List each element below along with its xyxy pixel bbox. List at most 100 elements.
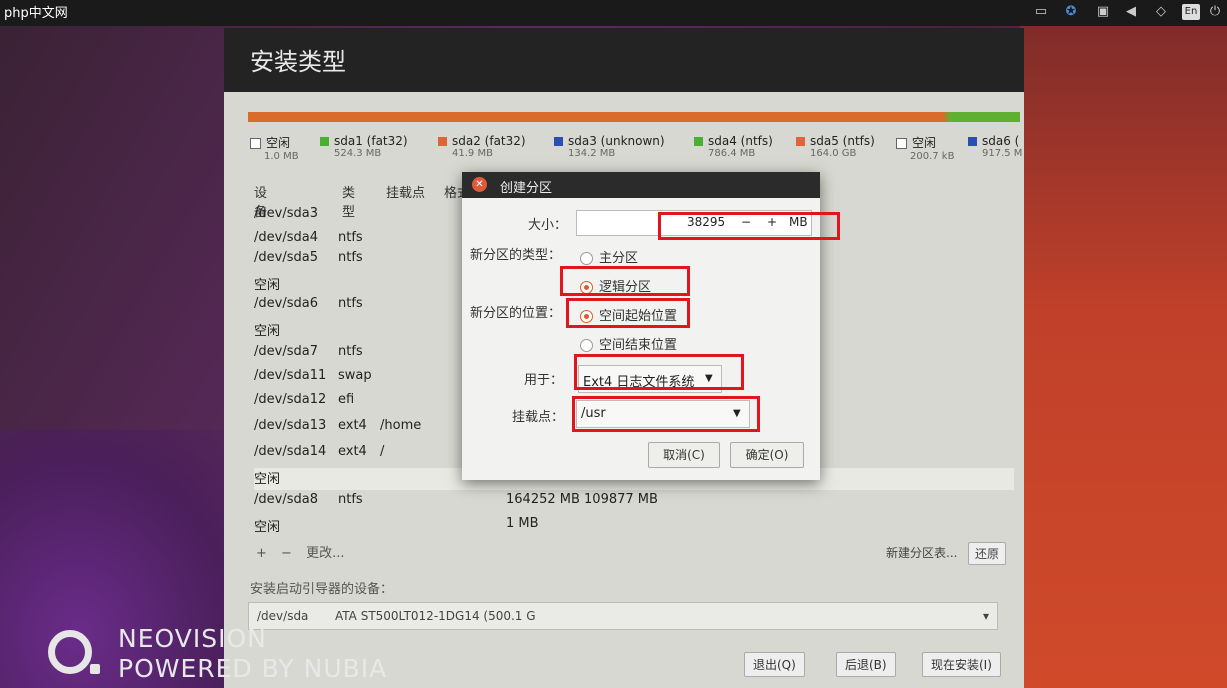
row-device: /dev/sda4: [254, 230, 318, 245]
row-device: 空闲: [254, 278, 281, 293]
site-watermark: php中文网: [4, 6, 68, 21]
legend-item: 空闲 200.7 kB: [896, 134, 954, 162]
row-device: /dev/sda5: [254, 250, 318, 265]
row-type: ntfs: [338, 344, 363, 359]
boot-device-select[interactable]: /dev/sda ATA ST500LT012-1DG14 (500.1 G ▾: [248, 602, 998, 630]
top-panel: php中文网 ▭ ✪ ▣ ◀ ◇ En ⏻: [0, 0, 1227, 26]
row-size: 1 MB: [506, 516, 539, 531]
add-partition-button[interactable]: +: [256, 546, 267, 561]
legend-label: 空闲: [266, 136, 291, 150]
desktop-wallpaper-right: [1020, 0, 1227, 688]
window-header: 安装类型: [224, 28, 1024, 92]
dialog-title: 创建分区: [500, 181, 553, 196]
install-now-button[interactable]: 现在安装(I): [922, 652, 1001, 677]
col-mount[interactable]: 挂载点: [386, 182, 446, 201]
legend-swatch: [796, 137, 805, 146]
legend-swatch: [320, 137, 329, 146]
partition-bar: [248, 112, 1020, 122]
legend-size: 41.9 MB: [452, 148, 493, 159]
boot-device: /dev/sda: [257, 609, 309, 623]
row-type: ntfs: [338, 296, 363, 311]
page-title: 安装类型: [250, 48, 346, 76]
row-type: ext4: [338, 444, 367, 459]
size-label: 大小：: [528, 218, 568, 233]
table-row[interactable]: 空闲 1 MB: [254, 516, 1014, 538]
radio-dot: [580, 252, 593, 265]
legend-label: sda4 (ntfs): [708, 134, 773, 148]
table-controls: + − 更改...: [256, 542, 345, 561]
legend-swatch: [968, 137, 977, 146]
row-size: 164252 MB 109877 MB: [506, 492, 658, 507]
close-icon[interactable]: ✕: [472, 177, 487, 192]
use-as-label: 用于：: [524, 373, 564, 388]
legend-size: 134.2 MB: [568, 148, 616, 159]
legend-swatch: [694, 137, 703, 146]
row-type: ntfs: [338, 492, 363, 507]
legend-item: sda6 (917.5 M: [968, 134, 1022, 159]
wifi-icon[interactable]: ◇: [1152, 4, 1170, 20]
row-device: /dev/sda12: [254, 392, 327, 407]
quit-button[interactable]: 退出(Q): [744, 652, 805, 677]
legend-size: 917.5 M: [982, 148, 1023, 159]
volume-icon[interactable]: ◀: [1122, 4, 1140, 20]
row-type: ntfs: [338, 230, 363, 245]
cancel-button[interactable]: 取消(C): [648, 442, 720, 468]
nubia-logo-icon: [48, 630, 92, 674]
ok-button[interactable]: 确定(O): [730, 442, 804, 468]
legend-item: 空闲 1.0 MB: [250, 134, 299, 162]
annotation-box-filesystem: [574, 354, 744, 390]
legend-swatch: [250, 138, 261, 149]
accessibility-icon[interactable]: ✪: [1062, 4, 1080, 20]
legend-label: sda5 (ntfs): [810, 134, 875, 148]
nubia-logo-dot: [90, 664, 100, 674]
row-device: 空闲: [254, 472, 281, 487]
language-indicator[interactable]: En: [1182, 4, 1200, 20]
radio-primary[interactable]: 主分区: [580, 247, 638, 266]
mount-point-label: 挂载点：: [512, 410, 565, 425]
legend-size: 786.4 MB: [708, 148, 756, 159]
legend-item: sda1 (fat32) 524.3 MB: [320, 134, 408, 159]
legend-label: sda2 (fat32): [452, 134, 526, 148]
row-type: ntfs: [338, 250, 363, 265]
remove-partition-button[interactable]: −: [281, 546, 292, 561]
radio-location-end[interactable]: 空间结束位置: [580, 334, 677, 353]
camera-watermark-line2: POWERED BY NUBIA: [118, 654, 388, 683]
row-device: 空闲: [254, 324, 281, 339]
row-device: /dev/sda6: [254, 296, 318, 311]
radio-label: 主分区: [599, 251, 639, 266]
boot-loader-label: 安装启动引导器的设备：: [250, 582, 394, 597]
partition-type-label: 新分区的类型：: [470, 248, 562, 263]
row-device: /dev/sda11: [254, 368, 327, 383]
row-device: /dev/sda14: [254, 444, 327, 459]
radio-label: 空间结束位置: [599, 338, 678, 353]
revert-button[interactable]: 还原: [968, 542, 1007, 565]
partition-location-label: 新分区的位置：: [470, 306, 562, 321]
table-row[interactable]: /dev/sda8 ntfs 164252 MB 109877 MB: [254, 492, 1014, 514]
legend-item: sda5 (ntfs) 164.0 GB: [796, 134, 875, 159]
legend-item: sda3 (unknown) 134.2 MB: [554, 134, 665, 159]
row-device: /dev/sda3: [254, 206, 318, 221]
change-partition-button[interactable]: 更改...: [306, 546, 344, 561]
row-type: swap: [338, 368, 372, 383]
row-mount: /: [380, 444, 385, 459]
row-device: /dev/sda7: [254, 344, 318, 359]
back-button[interactable]: 后退(B): [836, 652, 896, 677]
legend-item: sda4 (ntfs) 786.4 MB: [694, 134, 773, 159]
row-device: /dev/sda13: [254, 418, 327, 433]
row-type: ext4: [338, 418, 367, 433]
battery-icon[interactable]: ▣: [1094, 4, 1112, 20]
row-mount: /home: [380, 418, 422, 433]
legend-size: 1.0 MB: [264, 151, 299, 162]
power-icon[interactable]: ⏻: [1206, 4, 1224, 20]
annotation-box-logical: [560, 266, 690, 296]
chevron-down-icon: ▾: [983, 609, 990, 623]
annotation-box-location: [566, 298, 690, 328]
dialog-titlebar: ✕ 创建分区: [462, 172, 820, 198]
radio-dot: [580, 339, 593, 352]
keyboard-icon[interactable]: ▭: [1032, 4, 1050, 20]
new-partition-table-button[interactable]: 新建分区表...: [880, 542, 963, 563]
camera-watermark-line1: NEOVISION: [118, 624, 267, 653]
legend-label: 空闲: [912, 136, 937, 150]
legend-item: sda2 (fat32) 41.9 MB: [438, 134, 526, 159]
annotation-box-mountpoint: [572, 396, 760, 432]
